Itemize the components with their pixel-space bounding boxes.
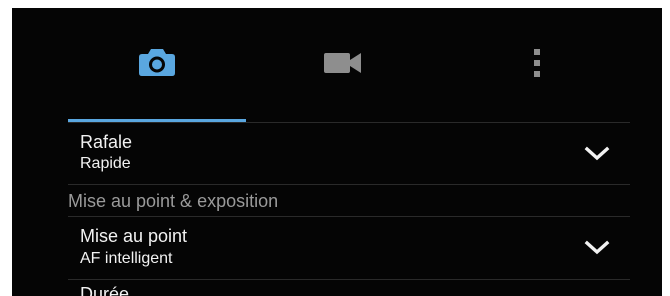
more-vertical-icon (533, 48, 541, 82)
camera-settings-panel: Rafale Rapide Mise au point & exposition… (12, 8, 662, 296)
chevron-down-icon (584, 240, 610, 255)
divider (68, 279, 630, 280)
setting-value-focus: AF intelligent (80, 250, 173, 267)
section-header-focus-exposure: Mise au point & exposition (68, 186, 630, 216)
setting-title-burst: Rafale (80, 132, 133, 152)
chevron-down-icon (584, 146, 610, 161)
tab-photo-settings[interactable] (68, 8, 246, 122)
section-header-label: Mise au point & exposition (68, 191, 279, 211)
setting-title-partial[interactable]: Durée (80, 284, 129, 296)
camera-icon (138, 47, 176, 82)
setting-row-burst[interactable]: Rafale Rapide (68, 123, 630, 185)
setting-value-burst: Rapide (80, 155, 131, 172)
video-camera-icon (323, 51, 363, 80)
settings-tab-bar (12, 8, 662, 122)
tab-video-settings[interactable] (246, 8, 440, 122)
tab-more-settings[interactable] (440, 8, 634, 122)
divider (68, 184, 630, 185)
setting-title-focus: Mise au point (80, 226, 188, 246)
setting-row-focus[interactable]: Mise au point AF intelligent (68, 217, 630, 279)
setting-title-next: Durée (80, 284, 130, 296)
